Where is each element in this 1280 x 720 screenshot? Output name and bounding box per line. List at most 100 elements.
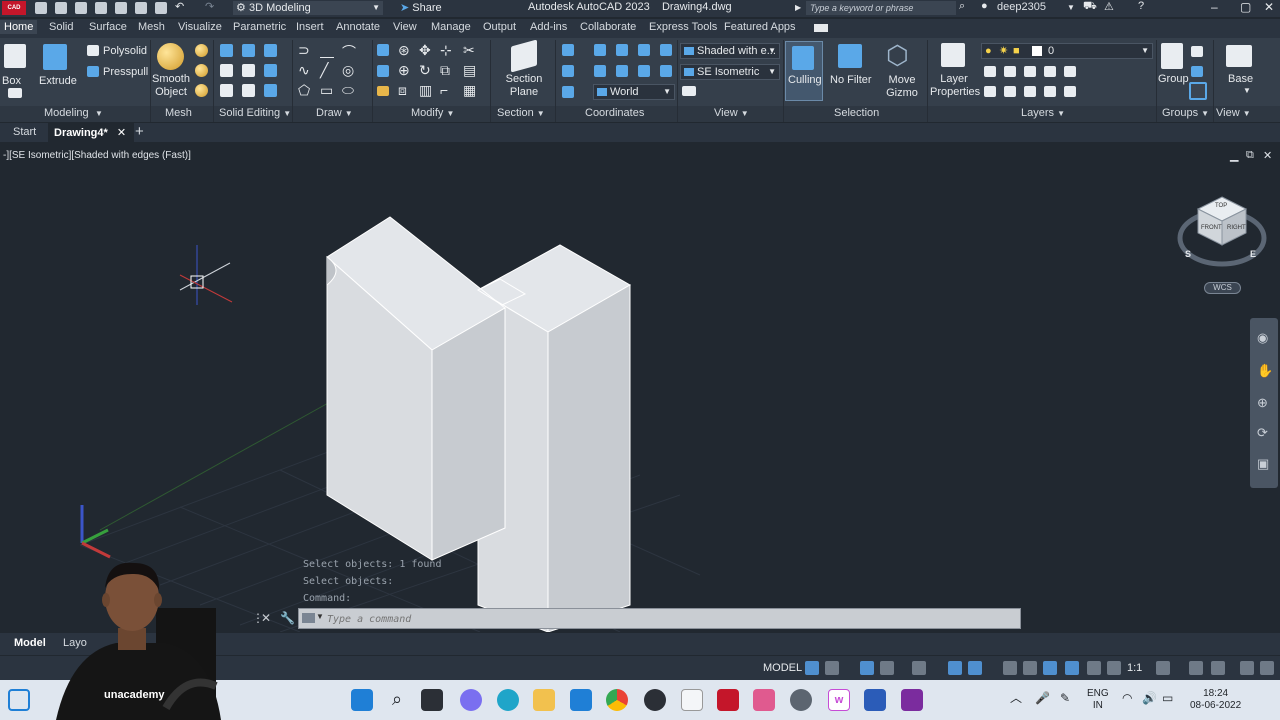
mirror-3d-icon[interactable]: ⊹ [440,42,452,59]
tab-mesh[interactable]: Mesh [138,21,165,33]
group-select-icon[interactable] [1189,82,1207,100]
visual-style-dropdown[interactable]: Shaded with e... ▼ [680,43,780,59]
scale-icon[interactable]: ⧉ [440,62,450,79]
customize-wrench-icon[interactable]: 🔧 [280,611,295,625]
search-input[interactable]: Type a keyword or phrase [806,1,956,15]
move-gizmo-icon[interactable]: ⬡ [886,40,909,71]
tab-model[interactable]: Model [14,637,46,649]
box-label[interactable]: Box [2,75,21,88]
coordinates-panel-title[interactable]: Coordinates [585,107,644,119]
paint-app-icon[interactable] [753,689,775,711]
pen-icon[interactable] [377,86,389,96]
layer-tool-5-icon[interactable] [1064,66,1076,77]
interfere-icon[interactable] [220,64,233,77]
group-edit-icon[interactable] [1191,66,1203,77]
mail-icon[interactable] [570,689,592,711]
tab-view[interactable]: View [393,21,417,33]
teams-chat-icon[interactable] [460,689,482,711]
annotation-visibility-icon[interactable] [1087,661,1101,675]
smooth-object-icon[interactable] [157,43,184,70]
customization-menu-icon[interactable] [1260,661,1274,675]
edge-icon[interactable] [497,689,519,711]
view-panel-title[interactable]: View ▼ [714,107,749,119]
tray-overflow-chevron-icon[interactable]: ︿ [1010,692,1022,704]
ellipse-icon[interactable]: ⬭ [342,82,354,99]
user-name[interactable]: deep2305 [997,1,1046,13]
stretch-icon[interactable]: ▥ [419,82,432,99]
search-expand-icon[interactable]: ▶ [795,3,801,12]
layer-tool-1-icon[interactable] [984,66,996,77]
rotate-3d-icon[interactable]: ⊕ [398,62,410,79]
offset-icon[interactable]: ▤ [463,62,476,79]
culling-label[interactable]: Culling [788,74,822,87]
construction-line-icon[interactable]: ╱ [320,62,328,79]
zoom-icon[interactable]: ⊕ [1257,395,1268,411]
base-view-icon[interactable] [1226,45,1252,67]
line-icon[interactable]: ⊃ [298,42,310,59]
battery-icon[interactable]: ▭ [1162,692,1173,704]
ungroup-icon[interactable] [1191,46,1203,57]
viewcube-front-label[interactable]: FRONT [1201,225,1222,231]
layer-properties-label[interactable]: Layer Properties [930,73,980,99]
save-as-icon[interactable] [95,2,107,14]
minimize-icon[interactable]: – [1211,0,1218,14]
mesh-panel-title[interactable]: Mesh [165,107,192,119]
close-tab-icon[interactable]: ✕ [117,127,126,139]
box-icon[interactable] [4,44,26,68]
whiteboard-icon[interactable]: w [828,689,850,711]
extrude-icon[interactable] [43,44,67,70]
erase-icon[interactable]: ▦ [463,82,476,99]
ucs-origin-icon[interactable] [594,44,606,56]
transparency-icon[interactable] [1023,661,1037,675]
isodraft-toggle-icon[interactable] [912,661,926,675]
arc-icon[interactable]: ⌒ [342,42,356,62]
base-chevron-icon[interactable]: ▼ [1243,86,1251,95]
modeling-small-tool-icon[interactable] [8,88,22,98]
layers-panel-title[interactable]: Layers ▼ [1021,107,1065,119]
isolate-objects-icon[interactable] [1211,661,1225,675]
viewcube-right-label[interactable]: RIGHT [1227,225,1246,231]
layer-tool-3-icon[interactable] [1024,66,1036,77]
viewport-config-icon[interactable] [682,86,696,96]
clock[interactable]: 18:24 08-06-2022 [1190,688,1241,712]
model-space-toggle[interactable]: MODEL [763,662,802,674]
snipping-tool-icon[interactable] [681,689,703,711]
tab-insert[interactable]: Insert [296,21,324,33]
move-icon[interactable]: ✥ [419,42,431,59]
tab-express-tools[interactable]: Express Tools [649,21,717,33]
wifi-icon[interactable]: ◠ [1122,692,1132,704]
showmotion-icon[interactable]: ▣ [1257,456,1269,472]
tab-collaborate[interactable]: Collaborate [580,21,636,33]
ucs-view-icon[interactable] [594,65,606,77]
move-gizmo-label[interactable]: Move Gizmo [886,74,918,100]
plot-icon[interactable] [155,2,167,14]
modeling-panel-chevron-icon[interactable]: ▼ [95,109,103,118]
full-screen-icon[interactable] [1240,661,1254,675]
autodesk-app-icon[interactable]: ⚠ [1104,0,1114,13]
steering-wheel-icon[interactable]: ◉ [1257,330,1268,346]
modeling-panel-title[interactable]: Modeling [44,107,89,119]
compass-e-label[interactable]: E [1250,249,1256,259]
slice-icon[interactable] [242,64,255,77]
polar-toggle-icon[interactable] [880,661,894,675]
compass-s-label[interactable]: S [1185,249,1191,259]
close-icon[interactable]: ✕ [1264,0,1274,14]
tab-featured-apps[interactable]: Featured Apps [724,21,796,33]
draw-panel-title[interactable]: Draw ▼ [316,107,353,119]
help-icon[interactable]: ? [1138,0,1144,12]
polyline-icon[interactable]: ⎽ [320,42,334,59]
tab-surface[interactable]: Surface [89,21,127,33]
word-icon[interactable] [864,689,886,711]
polysolid-label[interactable]: Polysolid [103,45,147,57]
undo-icon[interactable]: ↶ [175,0,184,13]
ucs-face-icon[interactable] [638,65,650,77]
separate-icon[interactable] [264,84,277,97]
view2-panel-title[interactable]: View ▼ [1216,107,1251,119]
chevron-down-icon[interactable]: ▼ [316,612,324,621]
tab-add-ins[interactable]: Add-ins [530,21,567,33]
web-mobile-icon[interactable] [115,2,127,14]
microphone-icon[interactable]: 🎤 [1035,692,1050,704]
viewcube-top-label[interactable]: TOP [1215,203,1227,209]
fillet-icon[interactable]: ⌐ [440,82,448,98]
recent-commands-icon[interactable] [302,613,315,623]
